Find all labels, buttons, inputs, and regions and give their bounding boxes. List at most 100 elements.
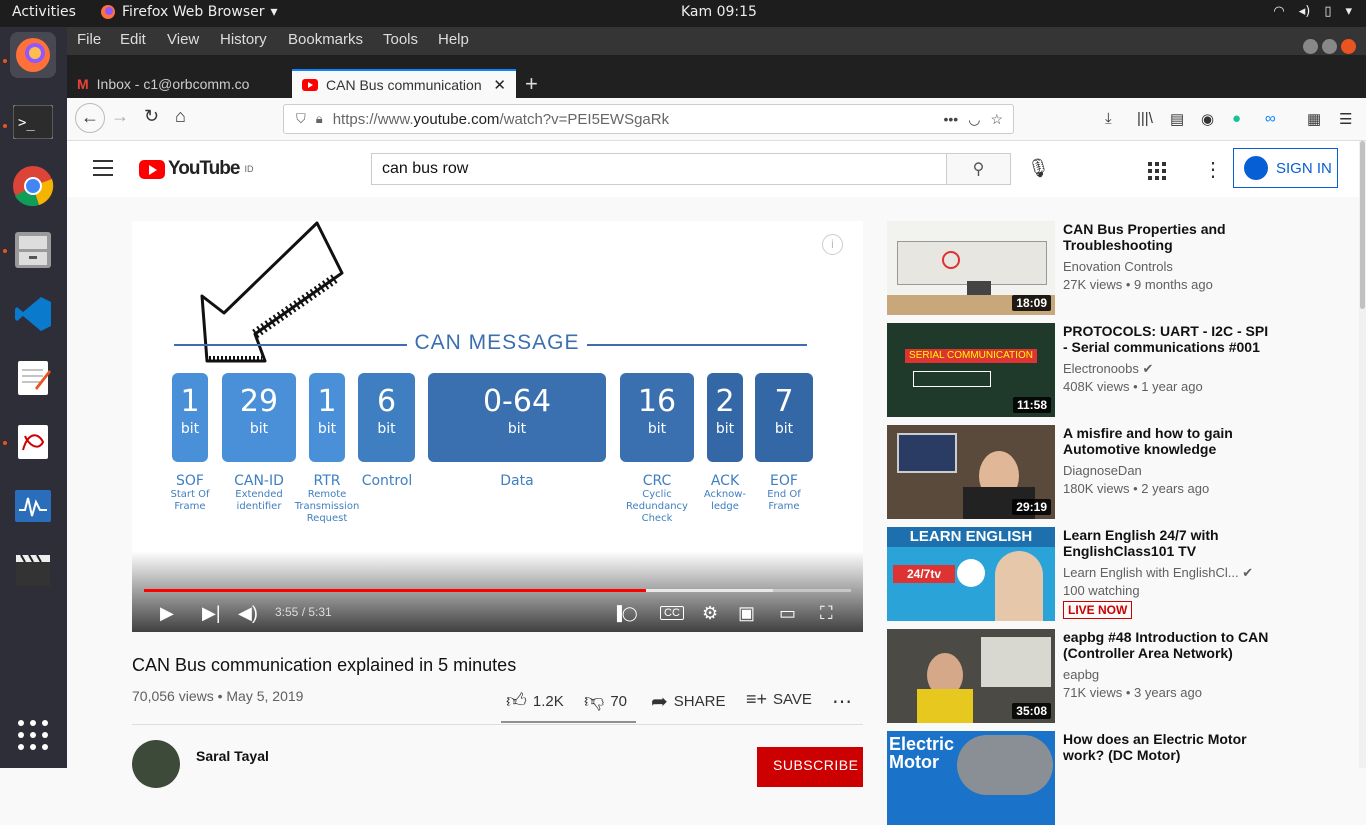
volume-icon: ◂) <box>1298 4 1311 19</box>
more-actions-icon[interactable]: ⋯ <box>832 689 852 714</box>
video-thumbnail[interactable]: 18:09 <box>887 221 1055 315</box>
tab-gmail[interactable]: M Inbox - c1@orbcomm.co <box>67 69 289 98</box>
video-thumbnail[interactable]: 29:19 <box>887 425 1055 519</box>
extensions-puzzle-icon[interactable]: ▦ <box>1307 110 1321 128</box>
forward-button[interactable]: → <box>111 106 129 127</box>
video-thumbnail[interactable]: 35:08 <box>887 629 1055 723</box>
dock-chrome[interactable] <box>10 163 56 209</box>
captions-icon[interactable]: CC <box>660 606 684 620</box>
microphone-icon[interactable]: 🎙︎ <box>1027 158 1050 179</box>
system-tray[interactable]: ◠ ◂) ▯ ▾ <box>1273 4 1352 19</box>
field-label-control: Control <box>361 473 413 489</box>
url-bar[interactable]: ⛉ 🔒︎ https://www.youtube.com/watch?v=PEI… <box>283 104 1014 134</box>
wifi-icon: ◠ <box>1273 4 1285 19</box>
dock-text-editor[interactable] <box>10 355 56 401</box>
recommendation-item[interactable]: 18:09 CAN Bus Properties and Troubleshoo… <box>887 221 1357 315</box>
share-button[interactable]: ➦ SHARE <box>651 689 725 714</box>
video-view-date: 70,056 views • May 5, 2019 <box>132 688 304 704</box>
progress-bar[interactable] <box>144 589 851 592</box>
menu-history[interactable]: History <box>220 31 267 48</box>
volume-icon[interactable]: ◀) <box>238 603 258 624</box>
subscribe-button[interactable]: SUBSCRIBE <box>757 747 863 787</box>
theater-mode-icon[interactable]: ▭ <box>779 603 796 624</box>
dock-firefox[interactable] <box>10 32 56 78</box>
menu-edit[interactable]: Edit <box>120 31 146 48</box>
video-player[interactable]: i CAN MESSAGE 1 bit 29 bit 1 bit 6 bit 0-64 b… <box>132 221 863 632</box>
search-button[interactable]: ⚲ <box>946 153 1011 185</box>
video-thumbnail[interactable]: LEARN ENGLISH 24/7tv <box>887 527 1055 621</box>
reload-button[interactable]: ↻ <box>144 106 159 127</box>
field-label-crc: CRC Cyclic Redundancy Check <box>626 473 688 524</box>
library-icon[interactable]: |||\ <box>1137 110 1153 127</box>
search-input[interactable]: can bus row <box>371 153 947 185</box>
home-icon[interactable]: ⌂ <box>175 106 186 127</box>
video-thumbnail[interactable]: Electric Motor <box>887 731 1055 825</box>
recommendation-item[interactable]: LEARN ENGLISH 24/7tv Learn English 24/7 … <box>887 527 1357 621</box>
dock-terminal[interactable]: >_ <box>10 99 56 145</box>
page-actions-icon[interactable]: ••• <box>944 111 959 128</box>
youtube-logo[interactable]: YouTube ID <box>139 158 253 180</box>
play-icon[interactable]: ▶ <box>160 603 174 624</box>
menu-tools[interactable]: Tools <box>383 31 418 48</box>
video-thumbnail[interactable]: SERIAL COMMUNICATION 11:58 <box>887 323 1055 417</box>
account-icon[interactable]: ◉ <box>1201 110 1214 128</box>
recommendation-item[interactable]: SERIAL COMMUNICATION 11:58 PROTOCOLS: UA… <box>887 323 1357 417</box>
menu-file[interactable]: File <box>77 31 101 48</box>
extension-icon[interactable]: ∞ <box>1265 110 1276 127</box>
channel-avatar[interactable] <box>132 740 180 788</box>
maximize-button[interactable] <box>1322 39 1337 54</box>
settings-gear-icon[interactable]: ⚙ <box>702 603 718 624</box>
tab-youtube[interactable]: CAN Bus communication ✕ <box>292 69 516 98</box>
autoplay-toggle-icon[interactable]: ▐◯ <box>612 605 638 622</box>
activities-button[interactable]: Activities <box>12 4 76 20</box>
dock-document-viewer[interactable] <box>10 419 56 465</box>
apps-grid-icon[interactable] <box>1148 162 1166 180</box>
recommendation-item[interactable]: 29:19 A misfire and how to gain Automoti… <box>887 425 1357 519</box>
sign-in-button[interactable]: SIGN IN <box>1233 148 1338 188</box>
url-text: https://www.youtube.com/watch?v=PEI5EWSg… <box>332 110 670 128</box>
bookmark-star-icon[interactable]: ☆ <box>990 111 1003 128</box>
close-tab-icon[interactable]: ✕ <box>493 76 506 94</box>
youtube-play-logo-icon <box>139 159 165 179</box>
fullscreen-icon[interactable]: ⛶ <box>820 603 833 624</box>
clock[interactable]: Kam 09:15 <box>681 4 757 20</box>
info-icon[interactable]: i <box>822 234 843 255</box>
menu-bookmarks[interactable]: Bookmarks <box>288 31 363 48</box>
hamburger-menu-icon[interactable]: ☰ <box>1339 110 1352 128</box>
dock-video-editor[interactable] <box>10 547 56 593</box>
show-applications-button[interactable] <box>10 712 56 758</box>
field-block-crc: 16 bit <box>620 373 694 462</box>
recommendation-item[interactable]: Electric Motor How does an Electric Motor… <box>887 731 1357 825</box>
grammarly-icon[interactable]: ● <box>1232 110 1241 127</box>
field-label-ack: ACK Acknow- ledge <box>703 473 747 512</box>
dock-files[interactable] <box>10 227 56 273</box>
next-video-icon[interactable]: ▶| <box>202 603 221 624</box>
youtube-favicon-icon <box>302 78 318 91</box>
downloads-icon[interactable]: ⤓ <box>1105 110 1112 127</box>
miniplayer-icon[interactable]: ▣ <box>738 603 755 624</box>
lock-icon: 🔒︎ <box>315 111 323 126</box>
page-scrollbar[interactable] <box>1359 141 1366 768</box>
menu-help[interactable]: Help <box>438 31 469 48</box>
menu-view[interactable]: View <box>167 31 199 48</box>
channel-name[interactable]: Saral Tayal <box>196 748 269 764</box>
close-window-button[interactable] <box>1341 39 1356 54</box>
recommendation-item[interactable]: 35:08 eapbg #48 Introduction to CAN (Con… <box>887 629 1357 723</box>
settings-kebab-icon[interactable]: ⋮ <box>1203 157 1223 182</box>
dock-system-monitor[interactable] <box>10 483 56 529</box>
field-block-can-id: 29 bit <box>222 373 296 462</box>
like-button[interactable]: 👍︎ 1.2K <box>506 689 564 713</box>
file-cabinet-icon <box>15 232 51 268</box>
new-tab-button[interactable]: + <box>525 71 538 97</box>
save-button[interactable]: ≡+ SAVE <box>746 689 812 710</box>
guide-menu-icon[interactable] <box>93 160 113 181</box>
sidebar-icon[interactable]: ▤ <box>1170 110 1184 128</box>
pocket-icon[interactable]: ◡ <box>968 111 980 128</box>
dislike-button[interactable]: 👎︎ 70 <box>584 689 627 713</box>
minimize-button[interactable] <box>1303 39 1318 54</box>
system-top-bar: Activities Firefox Web Browser ▾ Kam 09:… <box>0 0 1366 27</box>
dock-vscode[interactable] <box>10 291 56 337</box>
back-button[interactable]: ← <box>75 103 105 133</box>
app-menu[interactable]: Firefox Web Browser ▾ <box>100 4 278 20</box>
region-code: ID <box>244 164 254 174</box>
